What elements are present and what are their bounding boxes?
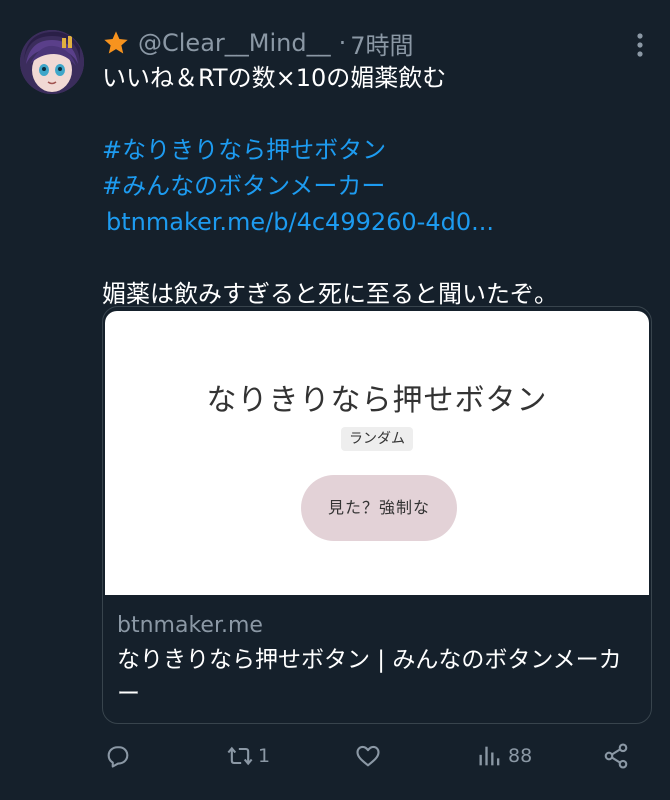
user-handle[interactable]: @Clear__Mind__ [138, 29, 331, 57]
star-icon [104, 31, 128, 54]
like-button[interactable] [354, 740, 386, 772]
share-icon [604, 743, 628, 769]
card-title: なりきりなら押せボタン | みんなのボタンメーカー [117, 647, 622, 707]
action-bar: 1 88 [104, 740, 634, 772]
reply-button[interactable] [104, 740, 136, 772]
avatar[interactable] [20, 30, 84, 94]
tweet-text: いいね＆RTの数×10の媚薬飲む #なりきりなら押せボタン #みんなのボタンメー… [102, 60, 642, 312]
views-count: 88 [508, 745, 533, 767]
preview-title: なりきりなら押せボタン [206, 383, 548, 418]
hashtag-link[interactable]: #みんなのボタンメーカー [102, 168, 642, 204]
tweet-text-line: いいね＆RTの数×10の媚薬飲む [102, 64, 447, 92]
timestamp[interactable]: 7時間 [350, 26, 413, 61]
heart-icon [356, 745, 380, 767]
card-preview-image[interactable]: なりきりなら押せボタン ランダム 見た？強制な [105, 311, 649, 595]
url-link[interactable]: btnmaker.me/b/4c499260-4d0... [106, 204, 642, 240]
tweet-header: @Clear__Mind__ · 7時間 [102, 26, 414, 61]
preview-button: 見た？強制な [301, 475, 457, 541]
retweet-icon [227, 746, 253, 766]
retweet-count: 1 [258, 745, 271, 767]
views-icon [479, 746, 500, 766]
views-button[interactable]: 88 [476, 740, 532, 772]
separator-dot: · [338, 29, 347, 57]
more-options-icon[interactable] [636, 32, 644, 58]
share-button[interactable] [602, 740, 634, 772]
preview-badge: ランダム [341, 427, 413, 451]
card-meta: btnmaker.me なりきりなら押せボタン | みんなのボタンメーカー [117, 611, 637, 711]
reply-icon [107, 746, 129, 768]
card-domain: btnmaker.me [117, 613, 263, 638]
tweet: @Clear__Mind__ · 7時間 いいね＆RTの数×10の媚薬飲む #な… [0, 0, 670, 800]
hashtag-link[interactable]: #なりきりなら押せボタン [102, 132, 642, 168]
retweet-button[interactable]: 1 [226, 740, 270, 772]
link-preview-card[interactable]: なりきりなら押せボタン ランダム 見た？強制な btnmaker.me なりきり… [102, 306, 652, 724]
